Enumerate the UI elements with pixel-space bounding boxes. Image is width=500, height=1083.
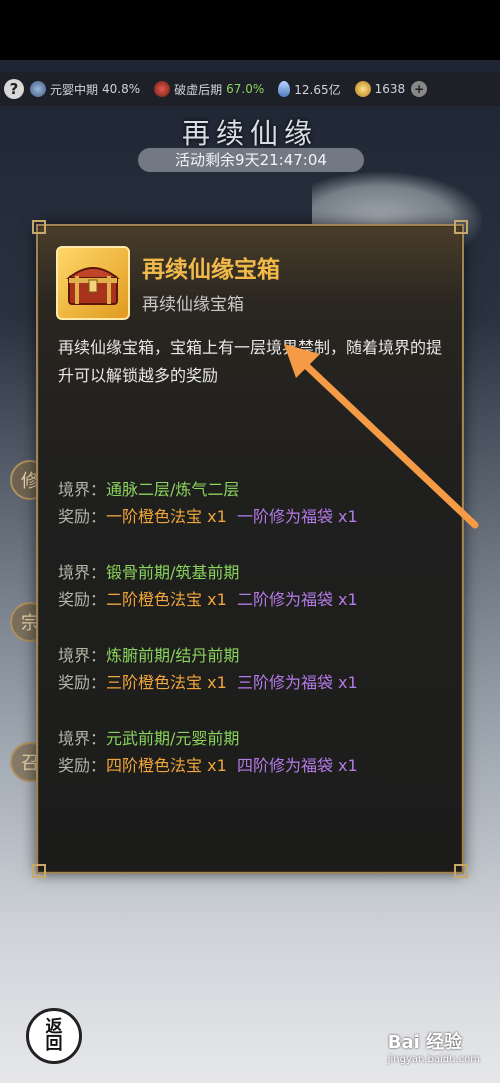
tier-reward-purple: 三阶修为福袋 x1 [236,673,358,692]
stat-lingshi-value: 12.65亿 [294,82,341,97]
top-status-bar: ? 元婴中期 40.8% 破虚后期 67.0% 12.65亿 1638 + [0,72,500,106]
tier-reward-orange: 二阶橙色法宝 x1 [106,590,227,609]
tier-realm: 元武前期/元婴前期 [106,729,240,748]
reward-label: 奖励： [58,756,107,775]
game-screen: ? 元婴中期 40.8% 破虚后期 67.0% 12.65亿 1638 + 再续… [0,60,500,1083]
realm-label: 境界： [58,563,107,582]
yuanying-icon [30,81,46,97]
stat-poxu-label: 破虚后期 [174,82,223,97]
lingshi-icon [278,81,291,97]
tier-4: 境界：元武前期/元婴前期 奖励：四阶橙色法宝 x1 四阶修为福袋 x1 [58,725,358,779]
help-icon[interactable]: ? [4,79,24,99]
stat-poxu-value: 67.0% [226,82,265,96]
watermark-url: jingyan.baidu.com [387,1054,480,1065]
realm-label: 境界： [58,729,107,748]
tier-realm: 炼腑前期/结丹前期 [106,646,240,665]
stat-coin-value: 1638 [374,82,406,96]
item-description: 再续仙缘宝箱，宝箱上有一层境界禁制，随着境界的提升可以解锁越多的奖励 [58,338,443,385]
back-button[interactable]: 返回 [26,1008,82,1064]
reward-label: 奖励： [58,590,107,609]
treasure-chest-icon [56,246,130,320]
stat-poxu: 破虚后期 67.0% [154,81,264,98]
realm-label: 境界： [58,646,107,665]
back-label-2: 回 [45,1034,63,1054]
baidu-watermark: Bai 经验 jingyan.baidu.com [388,1028,480,1065]
tier-3: 境界：炼腑前期/结丹前期 奖励：三阶橙色法宝 x1 三阶修为福袋 x1 [58,642,358,696]
page-title: 再续仙缘 [181,117,318,150]
add-coin-button[interactable]: + [411,81,428,97]
watermark-brand: Bai 经验 [387,1032,463,1053]
item-detail-modal: 再续仙缘宝箱 再续仙缘宝箱 再续仙缘宝箱，宝箱上有一层境界禁制，随着境界的提升可… [32,220,468,878]
tier-realm: 锻骨前期/筑基前期 [106,563,240,582]
tier-reward-orange: 三阶橙色法宝 x1 [106,673,227,692]
poxu-icon [154,81,171,97]
modal-corner [454,864,468,878]
tier-1: 境界：通脉二层/炼气二层 奖励：一阶橙色法宝 x1 一阶修为福袋 x1 [58,476,358,530]
tier-reward-orange: 一阶橙色法宝 x1 [106,507,227,526]
stat-yuanying-value: 40.8% [102,82,141,96]
modal-corner [454,220,468,234]
tier-reward-purple: 四阶修为福袋 x1 [236,756,358,775]
tier-reward-purple: 二阶修为福袋 x1 [236,590,358,609]
coin-icon [354,81,371,97]
stat-yuanying-label: 元婴中期 [50,82,99,97]
tier-reward-orange: 四阶橙色法宝 x1 [106,756,227,775]
reward-label: 奖励： [58,673,107,692]
reward-label: 奖励： [58,507,107,526]
tier-reward-purple: 一阶修为福袋 x1 [236,507,358,526]
modal-corner [32,864,46,878]
tier-2: 境界：锻骨前期/筑基前期 奖励：二阶橙色法宝 x1 二阶修为福袋 x1 [58,559,358,613]
stat-lingshi: 12.65亿 [278,81,341,98]
item-subtitle: 再续仙缘宝箱 [142,295,244,315]
realm-label: 境界： [58,480,107,499]
tier-realm: 通脉二层/炼气二层 [106,480,240,499]
activity-countdown: 活动剩余9天21:47:04 [138,148,364,172]
stat-coin: 1638 + [354,81,428,97]
modal-corner [32,220,46,234]
stat-yuanying: 元婴中期 40.8% [30,81,140,98]
item-name: 再续仙缘宝箱 [142,257,280,283]
